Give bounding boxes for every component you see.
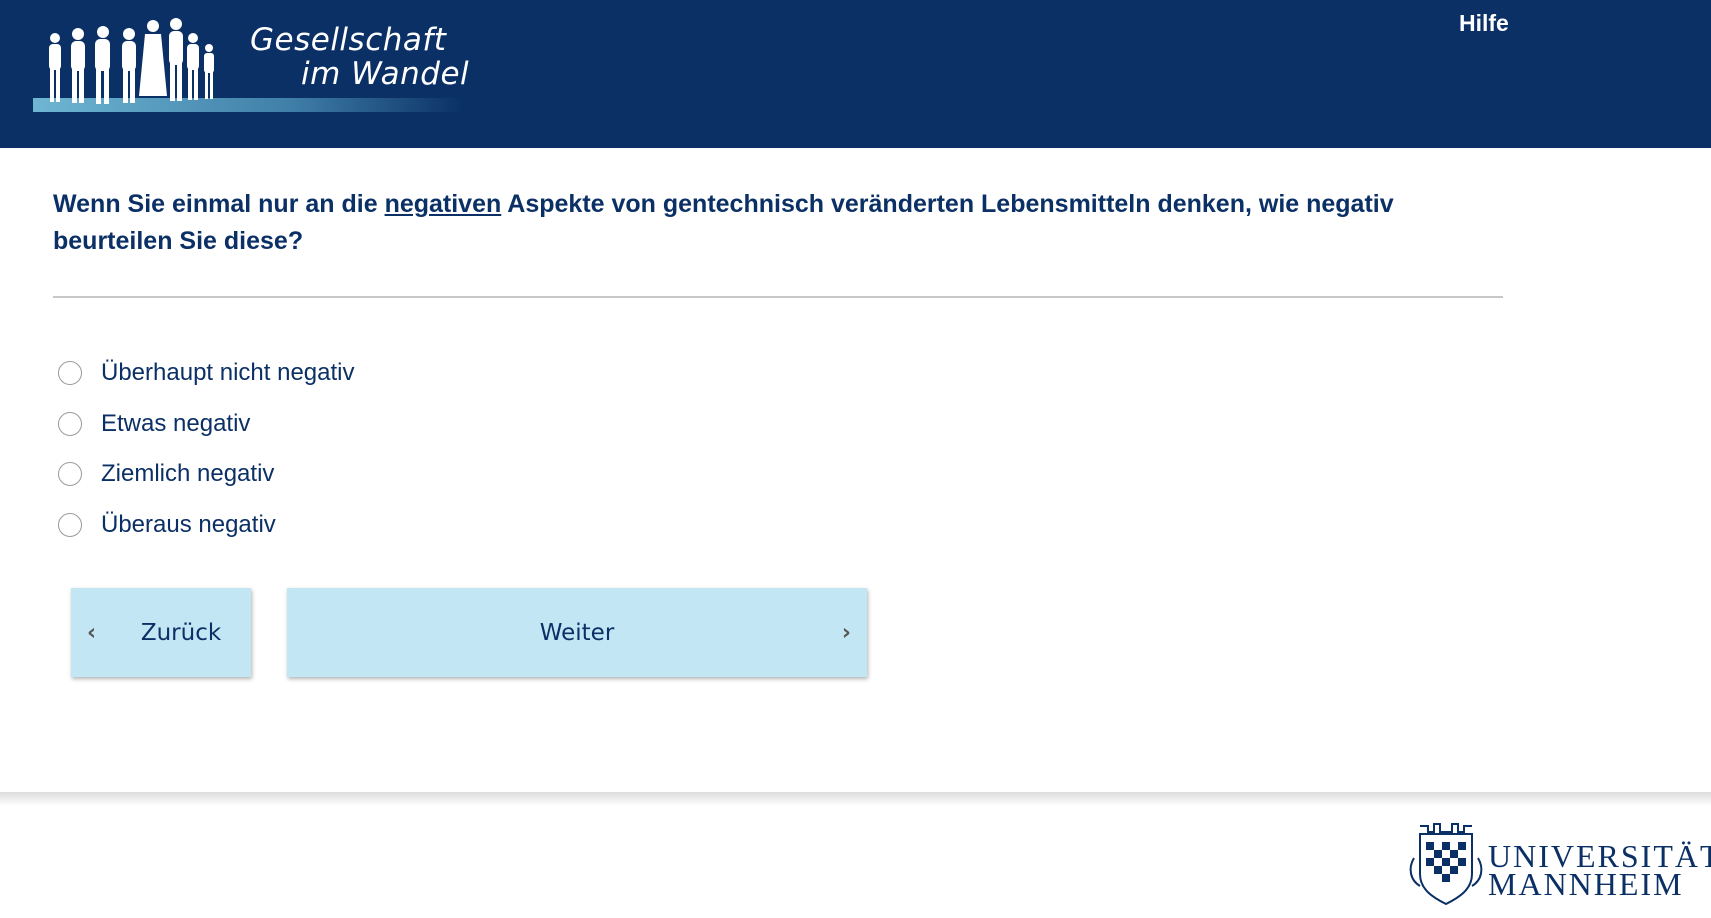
question-divider [53,296,1503,298]
back-button-label: Zurück [140,619,222,646]
radio-button[interactable] [58,512,82,537]
option-label: Ziemlich negativ [101,460,275,487]
logo-text-line2: im Wandel [301,56,470,92]
gesellschaft-im-wandel-logo: Gesellschaft im Wandel [33,12,485,130]
option-ziemlich-negativ[interactable]: Ziemlich negativ [57,455,355,493]
question-prefix: Wenn Sie einmal nur an die [53,190,385,218]
option-ueberaus-negativ[interactable]: Überaus negativ [57,506,355,544]
site-header: Gesellschaft im Wandel Hilfe [0,0,1711,148]
university-crest-icon [1409,823,1483,906]
answer-options: Überhaupt nicht negativ Etwas negativ Zi… [57,354,355,556]
option-ueberhaupt-nicht-negativ[interactable]: Überhaupt nicht negativ [57,354,355,392]
universitaet-mannheim-logo: UNIVERSITÄT MANNHEIM [1408,818,1711,908]
logo-text-line1: Gesellschaft [250,22,447,58]
university-name-line2: MANNHEIM [1488,866,1684,902]
help-link[interactable]: Hilfe [1459,10,1509,37]
chevron-left-icon: ‹ [87,620,97,645]
option-label: Überhaupt nicht negativ [101,359,355,386]
option-label: Etwas negativ [101,409,251,437]
chevron-right-icon: › [841,620,851,645]
next-button[interactable]: Weiter › [287,588,867,677]
next-button-label: Weiter [539,619,615,646]
radio-button[interactable] [58,462,82,486]
question-text: Wenn Sie einmal nur an die negativen Asp… [53,186,1493,260]
back-button[interactable]: ‹ Zurück [71,588,251,677]
option-label: Überaus negativ [101,510,276,538]
radio-button[interactable] [58,361,82,385]
option-etwas-negativ[interactable]: Etwas negativ [57,405,355,443]
radio-button[interactable] [58,411,82,436]
footer-divider [0,792,1711,806]
question-emphasis: negativen [384,190,502,218]
